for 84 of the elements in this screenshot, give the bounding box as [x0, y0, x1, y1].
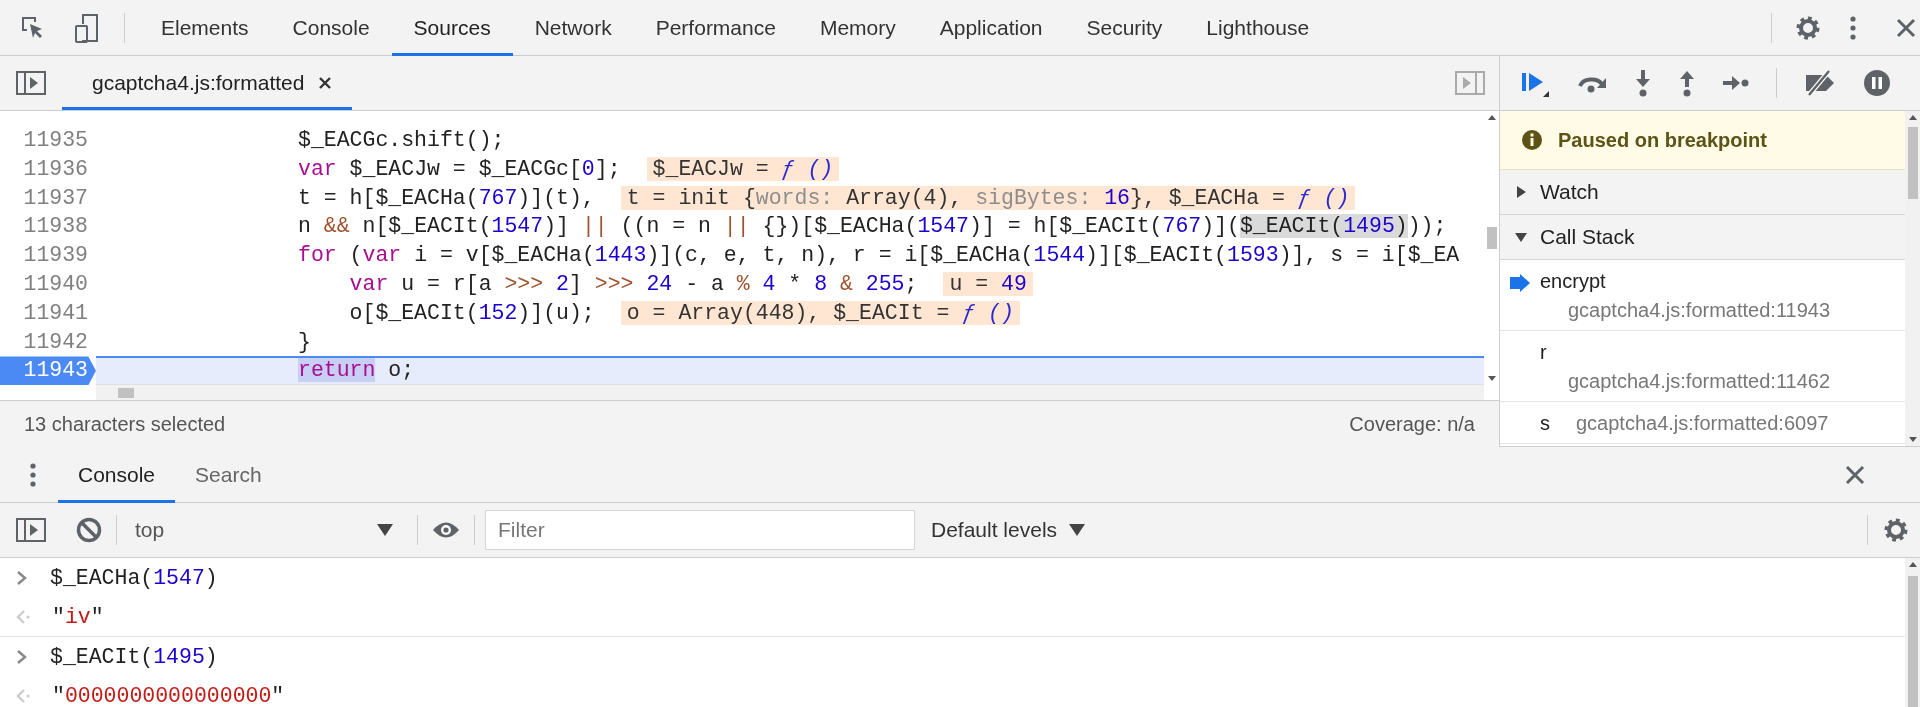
- console-text: "0000000000000000": [52, 683, 285, 707]
- more-icon[interactable]: [1850, 15, 1856, 40]
- step-into-icon[interactable]: [1634, 69, 1652, 97]
- close-icon[interactable]: [1845, 464, 1865, 485]
- inline-value: u = 49: [943, 272, 1033, 296]
- device-icon[interactable]: [74, 12, 100, 43]
- console-text: "iv": [52, 604, 104, 629]
- more-icon[interactable]: [30, 462, 36, 487]
- step-icon[interactable]: [1722, 75, 1750, 91]
- scroll-down-icon[interactable]: [1487, 374, 1496, 382]
- context-select[interactable]: top: [127, 518, 403, 542]
- code-text: var $_EACJw = $_EACGc[0];: [298, 156, 621, 181]
- code-text: $_EACIt(1495): [1239, 214, 1408, 239]
- panel-tab[interactable]: Application: [917, 0, 1065, 56]
- scrollbar-thumb[interactable]: [1907, 576, 1918, 707]
- close-icon[interactable]: [318, 76, 333, 90]
- sidebar-toggle-icon[interactable]: [1455, 71, 1485, 95]
- sidebar-toggle-icon[interactable]: [16, 518, 46, 542]
- line-number[interactable]: 11935: [0, 126, 96, 155]
- line-number[interactable]: 11938: [0, 212, 96, 242]
- prompt-icon: [16, 648, 28, 665]
- prompt-icon: [16, 569, 28, 586]
- inline-value: t = init {words: Array(4), sigBytes: 16}, $_EACHa = ƒ (): [620, 185, 1356, 210]
- inline-value: o = Array(448), $_EACIt = ƒ (): [620, 300, 1020, 325]
- caret-icon: [377, 524, 393, 536]
- panel-tab[interactable]: Network: [512, 0, 634, 56]
- scrollbar-thumb[interactable]: [1486, 227, 1497, 249]
- console-text: $_EACIt(1495): [50, 644, 218, 669]
- scroll-up-icon[interactable]: [1908, 561, 1917, 569]
- code-text: t = h[$_EACHa(767)](t),: [298, 185, 595, 210]
- drawer-tab[interactable]: Search: [175, 446, 282, 503]
- line-number[interactable]: 11937: [0, 183, 96, 213]
- pause-on-exceptions-icon[interactable]: [1863, 69, 1891, 97]
- expand-triangle-icon: [1514, 230, 1528, 244]
- code-text: for (var i = v[$_EACHa(1443)](c, e, t, n), r = i[$_EACHa(1544)][$_EACIt(1593)], s = i[$_EA: [298, 243, 1460, 268]
- console-text: $_EACHa(1547): [50, 565, 218, 590]
- filter-field[interactable]: Filter: [485, 510, 915, 550]
- paused-message: Paused on breakpoint: [1558, 128, 1767, 152]
- console-scrollbar[interactable]: [1905, 558, 1920, 707]
- scrollbar-thumb[interactable]: [1907, 127, 1918, 199]
- code-text: n && n[$_EACIt(1547)] || ((n = n || {})[$_EACHa(1547)] = h[$_EACIt(767)](: [298, 214, 1240, 239]
- expand-triangle-icon: [1514, 185, 1528, 199]
- line-number[interactable]: 11942: [0, 327, 96, 357]
- panel-tab[interactable]: Performance: [633, 0, 798, 56]
- eye-icon[interactable]: [432, 521, 460, 539]
- panel-tab[interactable]: Console: [270, 0, 392, 56]
- panel-tab[interactable]: Memory: [797, 0, 918, 56]
- code-text: ));: [1407, 214, 1447, 239]
- code-text: return: [298, 358, 376, 383]
- code-text: var u = r[a >>> 2] >>> 24 - a % 4 * 8 & 255;: [348, 272, 918, 296]
- close-icon[interactable]: [1896, 17, 1916, 38]
- caret-icon: [1069, 524, 1086, 536]
- code-text: }: [298, 329, 311, 354]
- scroll-up-icon[interactable]: [1908, 114, 1917, 122]
- result-icon: [16, 608, 30, 625]
- navigator-toggle-icon[interactable]: [16, 71, 46, 95]
- coverage-status: Coverage: n/a: [1349, 412, 1475, 436]
- section-header[interactable]: Call Stack: [1500, 215, 1905, 260]
- selection-status: 13 characters selected: [24, 412, 226, 436]
- panel-tab[interactable]: Security: [1064, 0, 1185, 56]
- line-number[interactable]: 11936: [0, 154, 96, 184]
- scroll-up-icon[interactable]: [1487, 114, 1496, 122]
- inline-value: $_EACJw = ƒ (): [646, 156, 840, 181]
- result-icon: [16, 687, 30, 704]
- code-text: o[$_EACIt(152)](u);: [348, 300, 595, 325]
- section-header[interactable]: Watch: [1500, 170, 1905, 215]
- line-number[interactable]: 11940: [0, 270, 96, 299]
- deactivate-breakpoints-icon[interactable]: [1803, 70, 1837, 96]
- panel-tab[interactable]: Elements: [139, 0, 271, 56]
- settings-icon[interactable]: [1882, 516, 1910, 544]
- scrollbar-thumb[interactable]: [118, 388, 134, 398]
- sidebar-scrollbar[interactable]: [1905, 111, 1920, 446]
- call-frame[interactable]: s gcaptcha4.js:formatted:6097: [1500, 402, 1905, 444]
- clear-console-icon[interactable]: [76, 517, 102, 543]
- step-out-icon[interactable]: [1678, 69, 1696, 97]
- panel-tab[interactable]: Lighthouse: [1184, 0, 1332, 56]
- line-number[interactable]: 11939: [0, 241, 96, 270]
- line-number[interactable]: 11941: [0, 298, 96, 328]
- code-text: $_EACGc.shift();: [298, 128, 505, 152]
- code-text: o;: [387, 358, 415, 383]
- info-icon: [1522, 130, 1542, 150]
- horizontal-scrollbar[interactable]: [96, 384, 1484, 400]
- log-levels-dropdown[interactable]: Default levels: [931, 518, 1086, 542]
- scroll-down-icon[interactable]: [1908, 435, 1917, 443]
